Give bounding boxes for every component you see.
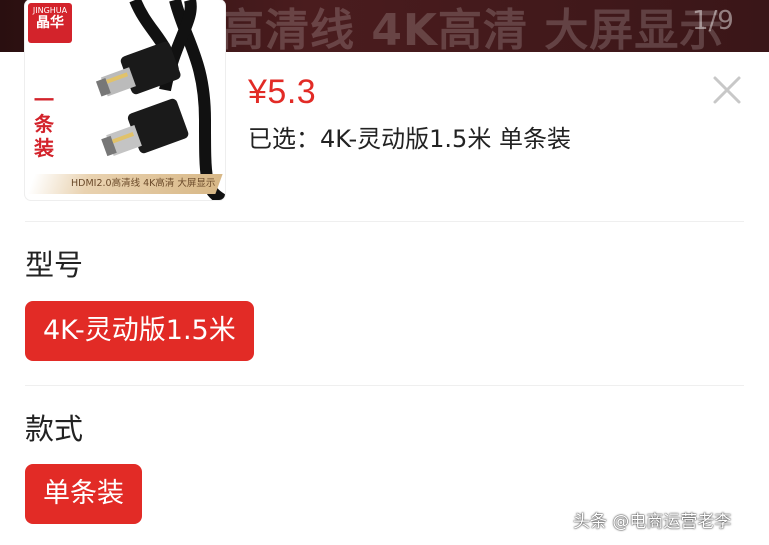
option-chip-style-selected[interactable]: 单条装	[25, 464, 142, 524]
divider	[25, 221, 744, 222]
option-title-style: 款式	[25, 412, 84, 446]
option-chip-model-selected[interactable]: 4K-灵动版1.5米	[25, 301, 254, 361]
brand-logo-small: JINGHUA	[32, 6, 68, 15]
option-title-model: 型号	[25, 248, 84, 282]
product-thumbnail[interactable]: JINGHUA 晶华 一条装 HDMI2.0高清线 4K高清 大屏显示	[25, 0, 225, 200]
thumb-tag: 一条装	[34, 88, 54, 160]
thumb-caption-text: HDMI2.0高清线 4K高清 大屏显示	[70, 178, 215, 189]
close-icon[interactable]	[710, 73, 744, 107]
banner-text: 高清线 4K高清 大屏显示	[220, 5, 725, 52]
divider	[25, 385, 744, 386]
brand-logo-big: 晶华	[36, 14, 64, 31]
thumb-caption: HDMI2.0高清线 4K高清 大屏显示	[27, 174, 223, 194]
hdmi-cable-image	[95, 0, 225, 200]
gallery-counter: 1/9	[692, 6, 734, 36]
brand-logo: JINGHUA 晶华	[28, 3, 72, 43]
selected-summary: 已选：4K-灵动版1.5米 单条装	[248, 125, 571, 153]
sku-selector-sheet: JINGHUA 晶华 一条装 HDMI2.0高清线 4K高清 大屏显示 ¥5.3…	[0, 0, 769, 545]
watermark: 头条 @电商运营老李	[573, 512, 732, 532]
price: ¥5.3	[248, 73, 317, 111]
